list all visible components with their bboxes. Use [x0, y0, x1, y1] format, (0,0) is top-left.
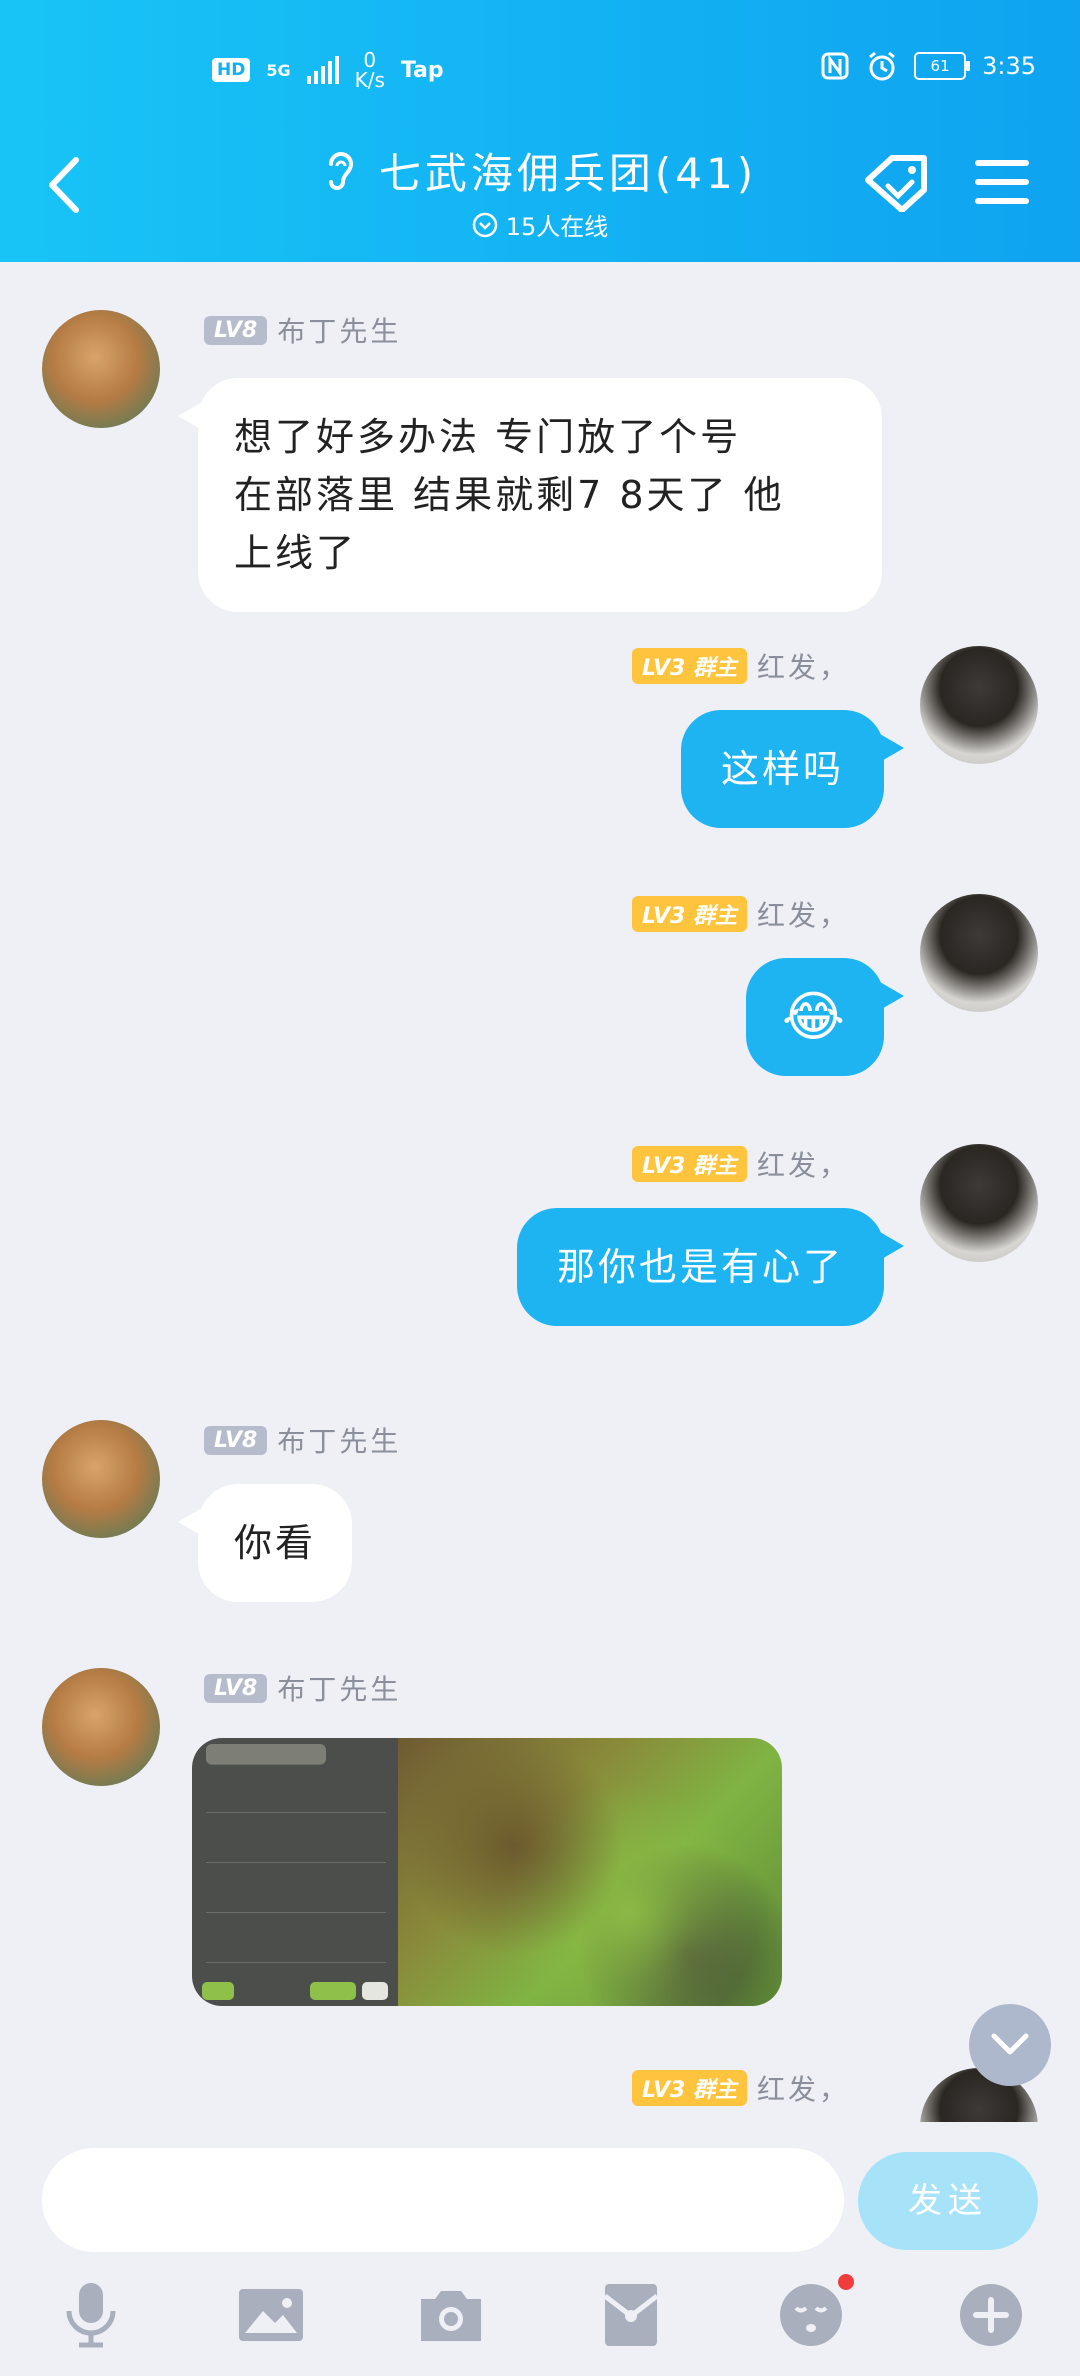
status-bar: HD 5G 0 K/s Tap 61 3:35: [0, 44, 1080, 94]
level-badge: LV8: [204, 1673, 268, 1703]
message-item: LV3 群主 红发， 😂: [0, 868, 1080, 1108]
avatar[interactable]: [42, 1420, 160, 1538]
avatar[interactable]: [42, 1668, 160, 1786]
message-text: 那你也是有心了: [556, 1245, 844, 1289]
avatar[interactable]: [920, 646, 1038, 764]
chevron-down-circle-icon: [472, 212, 497, 237]
ear-icon: [328, 151, 353, 190]
camera-icon: [421, 2291, 481, 2341]
network-label: 5G: [266, 60, 291, 80]
message-item: LV3 群主 红发， 这样吗: [0, 620, 1080, 860]
battery-icon: 61: [914, 52, 971, 80]
sender-name[interactable]: 红发，: [757, 646, 850, 686]
emoji-button[interactable]: [776, 2274, 854, 2350]
red-packet-icon: [603, 2284, 659, 2346]
message-input[interactable]: [42, 2148, 844, 2252]
owner-level-badge: LV3 群主: [632, 896, 747, 932]
game-base-view: [398, 1738, 782, 2006]
owner-level-badge: LV3 群主: [632, 648, 747, 684]
message-item: LV3 群主 红发， 那你也是有心了: [0, 1118, 1080, 1358]
message-bubble[interactable]: 这样吗: [680, 710, 905, 828]
message-item: LV3 群主 红发，: [0, 2042, 1080, 2122]
send-button[interactable]: 发送: [858, 2152, 1038, 2250]
message-line: 上线了: [234, 531, 358, 575]
emoji-icon: [780, 2284, 842, 2346]
sender-name[interactable]: 布丁先生: [277, 1420, 401, 1460]
message-bubble[interactable]: 你看: [177, 1484, 353, 1602]
game-chat-panel: [192, 1738, 398, 2006]
owner-level-badge: LV3 群主: [632, 2070, 747, 2106]
page-title: 七武海佣兵团(41): [378, 149, 758, 198]
signal-icon: [306, 56, 339, 84]
message-item: LV8 布丁先生 你看: [0, 1394, 1080, 1634]
message-bubble[interactable]: 那你也是有心了: [516, 1208, 905, 1326]
menu-button[interactable]: [974, 157, 1030, 211]
clock: 3:35: [982, 52, 1036, 80]
online-count: 15人在线: [505, 213, 609, 241]
message-item: LV8 布丁先生: [0, 1642, 1080, 2042]
message-bubble[interactable]: 😂: [745, 958, 905, 1076]
level-badge: LV8: [204, 1425, 268, 1455]
message-text: 这样吗: [720, 747, 844, 791]
nfc-icon: [821, 52, 849, 80]
level-badge: LV8: [204, 315, 268, 345]
hamburger-menu-icon: [975, 160, 1029, 204]
network-speed: 0 K/s: [355, 50, 385, 90]
laughing-emoji: 😂: [781, 985, 848, 1048]
battery-level: 61: [930, 57, 950, 75]
sender-name[interactable]: 布丁先生: [277, 310, 401, 350]
message-item: LV8 布丁先生 想了好多办法 专门放了个号 在部落里 结果就剩7 8天了 他 …: [0, 284, 1080, 654]
scroll-to-bottom-button[interactable]: [969, 2004, 1051, 2086]
red-packet-button[interactable]: [596, 2280, 666, 2350]
avatar[interactable]: [42, 310, 160, 428]
input-bar: 发送: [0, 2122, 1080, 2376]
message-list[interactable]: LV8 布丁先生 想了好多办法 专门放了个号 在部落里 结果就剩7 8天了 他 …: [0, 262, 1080, 2122]
image-button[interactable]: [236, 2280, 306, 2350]
plus-icon: [960, 2284, 1022, 2346]
tap-label: Tap: [400, 57, 444, 83]
avatar[interactable]: [920, 1144, 1038, 1262]
tag-icon: [865, 155, 927, 213]
camera-button[interactable]: [416, 2280, 486, 2350]
sender-name[interactable]: 红发，: [757, 894, 850, 934]
toolbar: [0, 2274, 1080, 2360]
group-tag-button[interactable]: [862, 152, 934, 216]
image-icon: [239, 2289, 303, 2341]
speed-unit: K/s: [354, 68, 385, 92]
sender-name[interactable]: 布丁先生: [277, 1668, 401, 1708]
avatar[interactable]: [920, 894, 1038, 1012]
message-text: 你看: [234, 1521, 317, 1565]
sender-name[interactable]: 红发，: [757, 2068, 850, 2108]
microphone-icon: [66, 2283, 116, 2348]
notification-dot: [838, 2274, 854, 2290]
speed-value: 0: [363, 48, 377, 72]
message-line: 在部落里 结果就剩7 8天了 他: [234, 473, 785, 517]
hd-badge: HD: [212, 58, 251, 82]
alarm-icon: [869, 51, 896, 81]
chevron-down-icon: [991, 2033, 1029, 2055]
chat-header: HD 5G 0 K/s Tap 61 3:35 七武海佣兵团(41) 15人在线: [0, 0, 1080, 262]
more-button[interactable]: [956, 2280, 1026, 2350]
sender-name[interactable]: 红发，: [757, 1144, 850, 1184]
image-message[interactable]: [192, 1738, 782, 2006]
message-bubble[interactable]: 想了好多办法 专门放了个号 在部落里 结果就剩7 8天了 他 上线了: [178, 378, 882, 612]
owner-level-badge: LV3 群主: [632, 1146, 747, 1182]
voice-button[interactable]: [56, 2280, 126, 2350]
message-line: 想了好多办法 专门放了个号: [234, 415, 742, 459]
